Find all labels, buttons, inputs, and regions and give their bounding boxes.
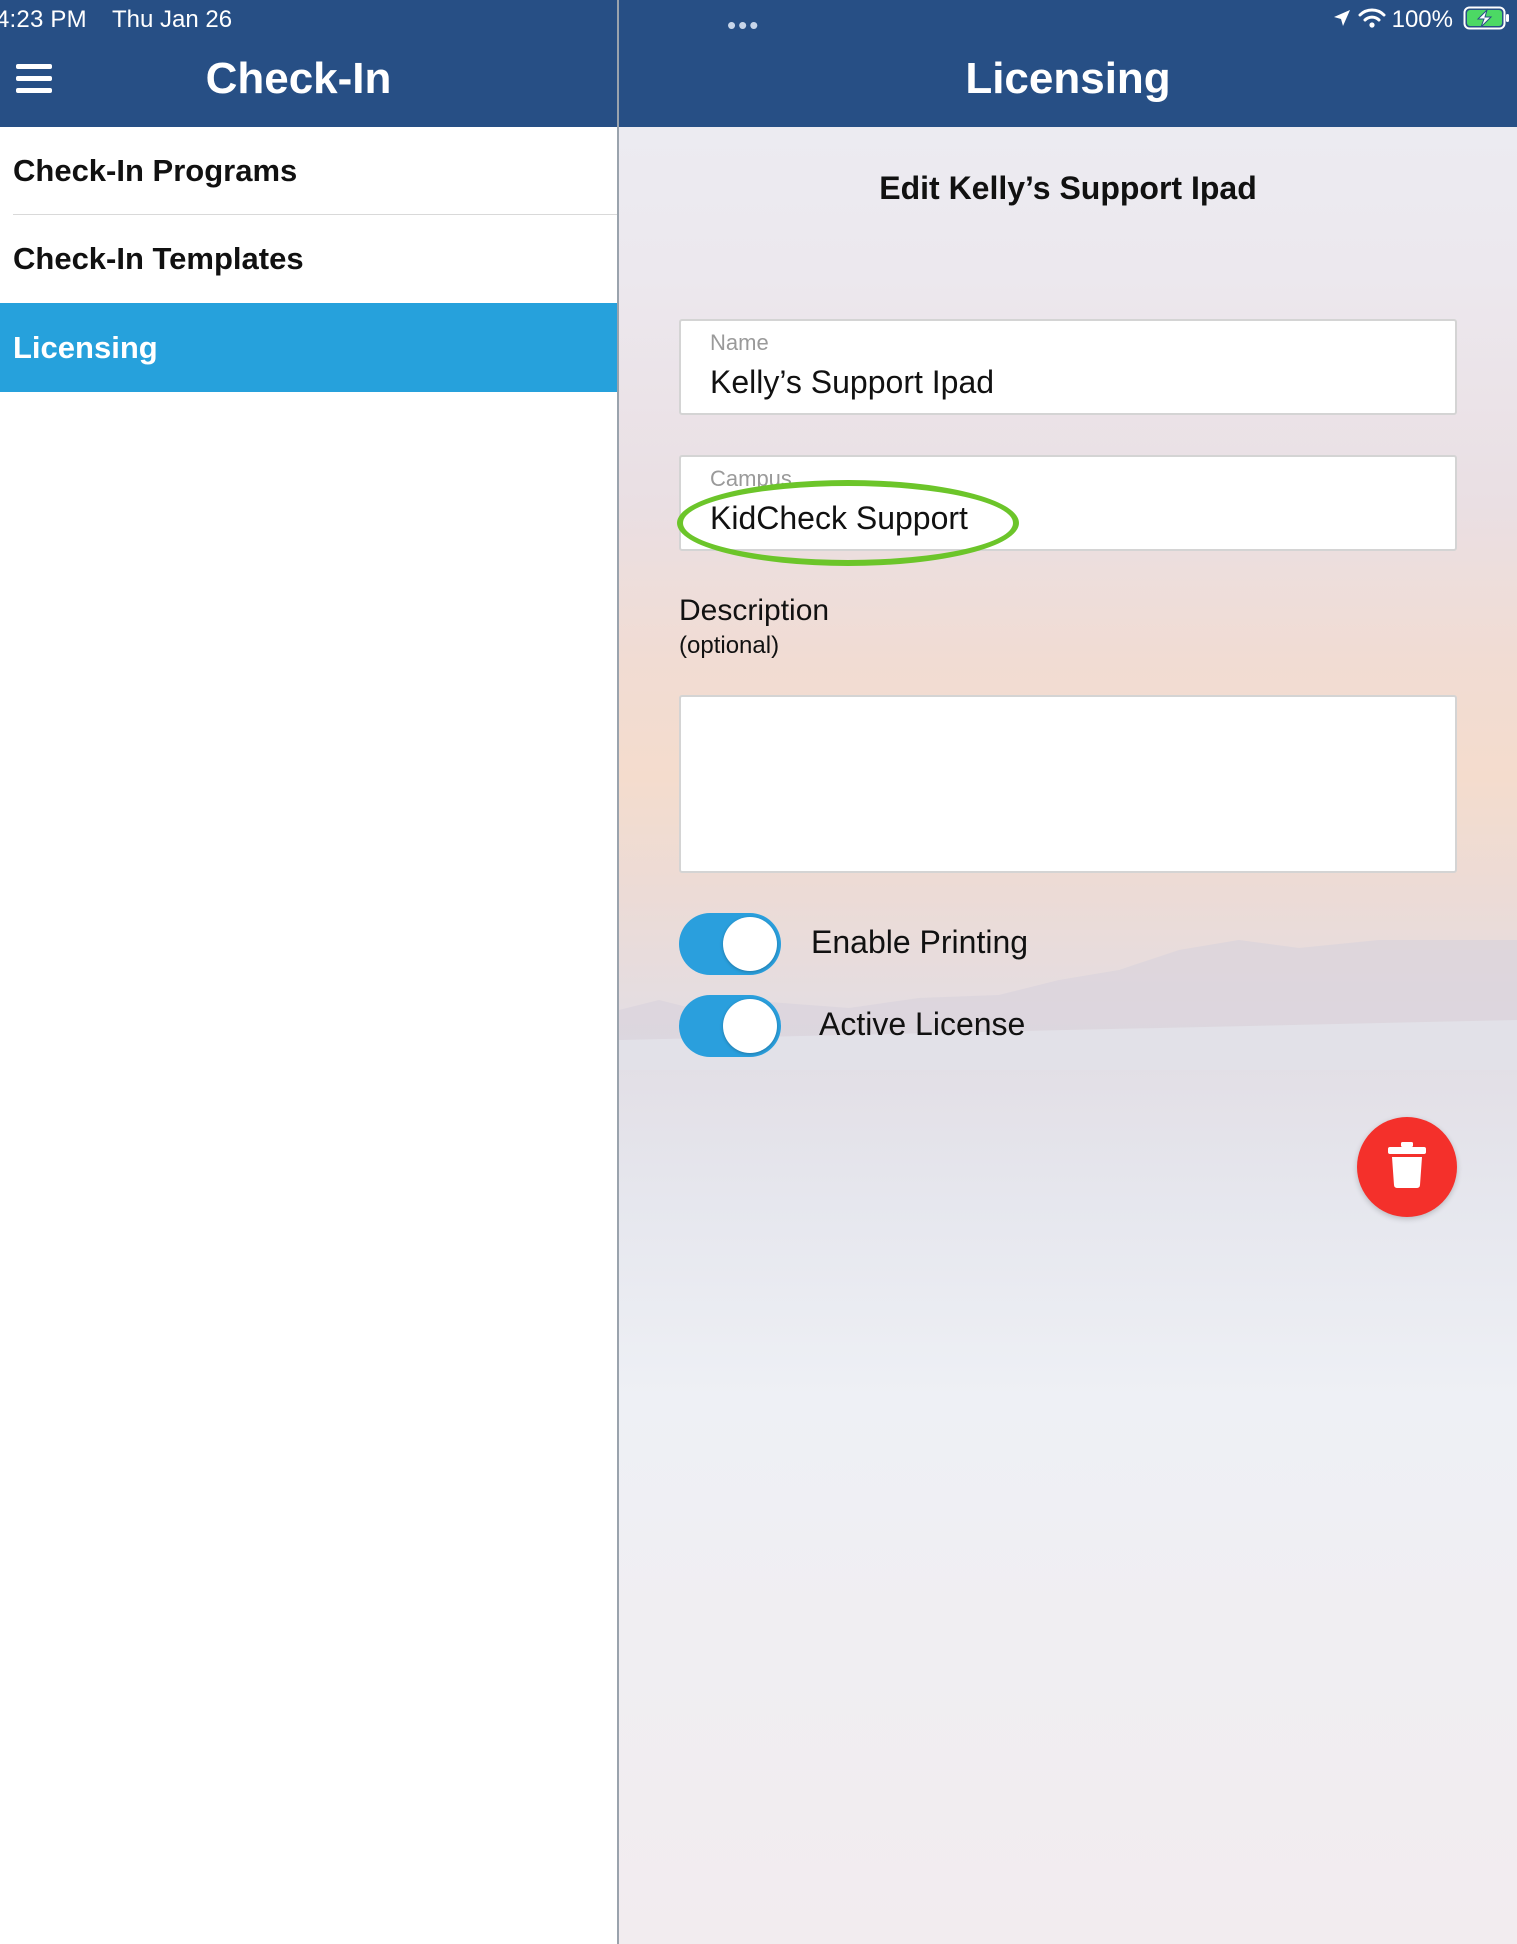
nav-item-label: Check-In Programs [13, 153, 298, 188]
description-sublabel: (optional) [679, 632, 780, 659]
description-textarea[interactable] [679, 695, 1457, 873]
detail-title: Licensing [965, 54, 1171, 103]
active-license-label: Active License [819, 1006, 1026, 1042]
battery-charging-icon [1463, 6, 1511, 35]
form-title: Edit Kelly’s Support Ipad [879, 170, 1257, 206]
enable-printing-label: Enable Printing [811, 924, 1029, 960]
toggle-knob [723, 917, 777, 971]
name-field[interactable]: Name Kelly’s Support Ipad [679, 319, 1457, 415]
detail-pane: ••• 100% Licensing Edit Kelly’s Support … [619, 0, 1517, 1944]
nav-item-label: Licensing [13, 329, 158, 365]
status-icons: 100% [1332, 6, 1511, 34]
master-header: 4:23 PM Thu Jan 26 Check-In [0, 0, 617, 127]
nav-list: Check-In Programs Check-In Templates Lic… [0, 127, 617, 392]
battery-percentage: 100% [1391, 6, 1453, 33]
app-window: 4:23 PM Thu Jan 26 Check-In Check-In Pro… [0, 0, 1517, 1944]
nav-item-label: Check-In Templates [13, 241, 304, 276]
enable-printing-toggle[interactable] [679, 913, 781, 975]
nav-item-check-in-templates[interactable]: Check-In Templates [0, 215, 617, 303]
status-date: Thu Jan 26 [112, 6, 233, 33]
campus-field-value: KidCheck Support [710, 500, 968, 536]
nav-item-licensing[interactable]: Licensing [0, 303, 617, 392]
name-field-value: Kelly’s Support Ipad [710, 364, 995, 400]
trash-icon [1388, 1141, 1426, 1193]
name-field-label: Name [710, 330, 769, 355]
master-pane: 4:23 PM Thu Jan 26 Check-In Check-In Pro… [0, 0, 617, 1944]
nav-item-check-in-programs[interactable]: Check-In Programs [0, 127, 617, 215]
master-title: Check-In [205, 54, 392, 103]
wifi-icon [1358, 7, 1386, 34]
location-arrow-icon [1332, 8, 1352, 33]
toggle-knob [723, 999, 777, 1053]
detail-header: ••• 100% Licensing [619, 0, 1517, 127]
more-dots-icon[interactable]: ••• [727, 12, 760, 38]
active-license-toggle[interactable] [679, 995, 781, 1057]
delete-button[interactable] [1357, 1117, 1457, 1217]
status-time: 4:23 PM [0, 6, 87, 33]
campus-field-label: Campus [710, 466, 792, 491]
description-label: Description [679, 594, 830, 627]
campus-field[interactable]: Campus KidCheck Support [679, 455, 1457, 551]
